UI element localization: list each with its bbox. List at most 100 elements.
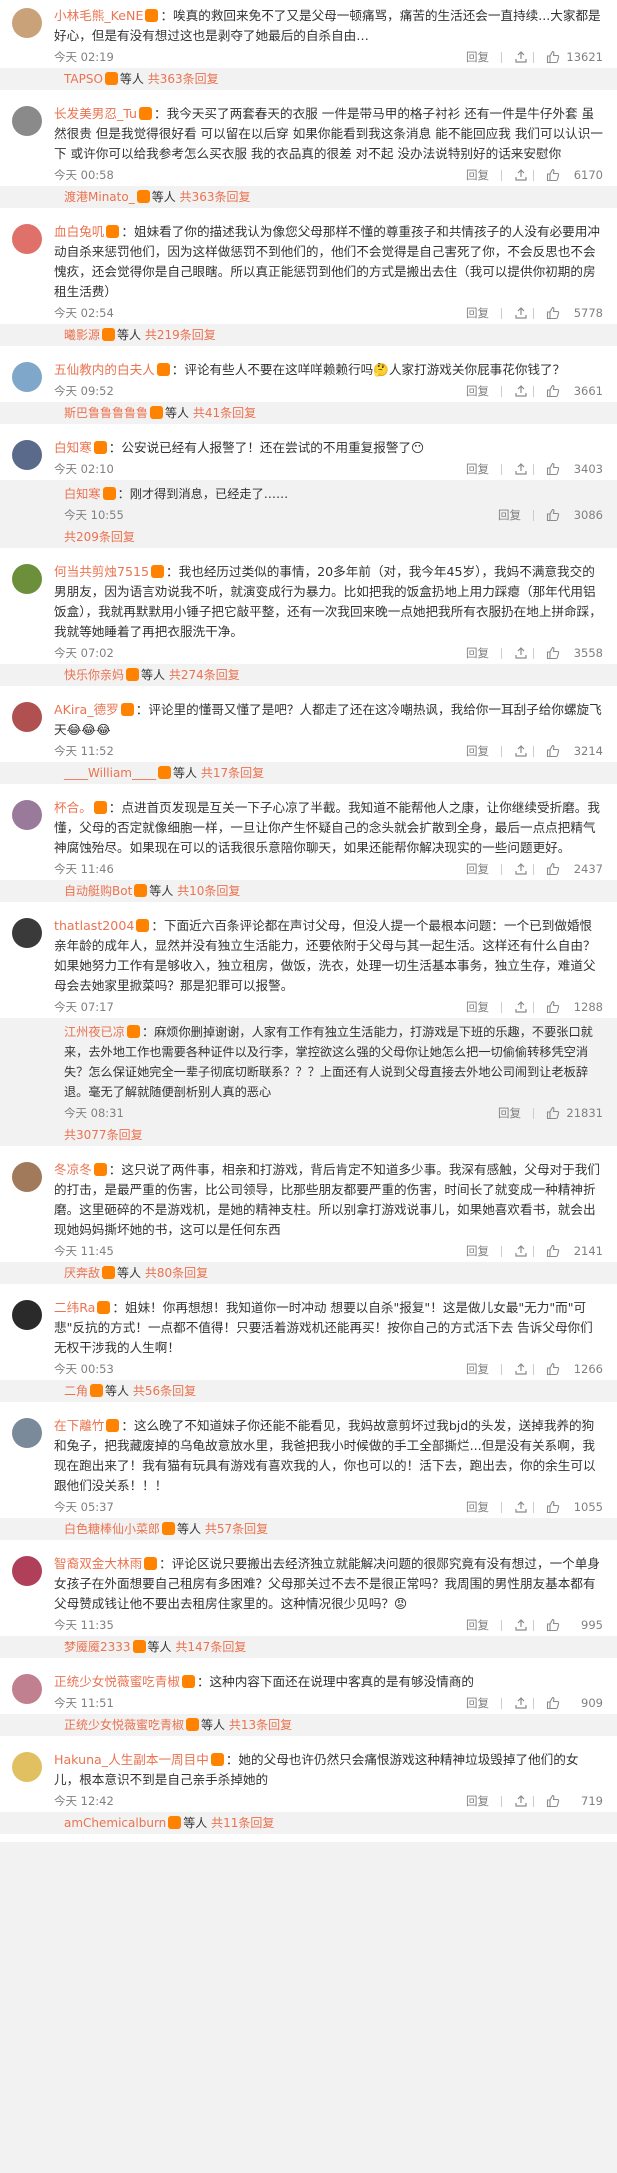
username-link[interactable]: 白知寒 xyxy=(54,440,92,455)
username-link[interactable]: 快乐你亲妈 xyxy=(64,668,124,682)
reply-summary[interactable]: 共3077条回复 xyxy=(54,1124,617,1146)
username-link[interactable]: 白知寒 xyxy=(64,487,101,501)
share-icon[interactable] xyxy=(514,1696,528,1710)
reply-button[interactable]: 回复 xyxy=(466,1361,489,1377)
avatar[interactable] xyxy=(12,8,42,38)
reply-summary[interactable]: 曦影源 等人 共219条回复 xyxy=(54,324,617,346)
share-icon[interactable] xyxy=(514,306,528,320)
view-replies-link[interactable]: 共41条回复 xyxy=(193,406,256,420)
username-link[interactable]: 曦影源 xyxy=(64,328,100,342)
avatar[interactable] xyxy=(12,1300,42,1330)
share-icon[interactable] xyxy=(514,1500,528,1514)
reply-button[interactable]: 回复 xyxy=(466,49,489,65)
avatar[interactable] xyxy=(12,224,42,254)
reply-button[interactable]: 回复 xyxy=(498,1103,521,1123)
avatar[interactable] xyxy=(12,800,42,830)
username-link[interactable]: thatlast2004 xyxy=(54,918,134,933)
like-icon[interactable] xyxy=(546,1244,560,1258)
username-link[interactable]: 梦魇魇2333 xyxy=(64,1640,131,1654)
view-replies-link[interactable]: 共17条回复 xyxy=(201,766,264,780)
share-icon[interactable] xyxy=(514,462,528,476)
username-link[interactable]: 五仙教内的白夫人 xyxy=(54,362,155,377)
reply-button[interactable]: 回复 xyxy=(466,743,489,759)
like-icon[interactable] xyxy=(546,1794,560,1808)
reply-summary[interactable]: 正统少女悦薇蜜吃青椒 等人 共13条回复 xyxy=(54,1714,617,1736)
username-link[interactable]: Hakuna_人生副本一周目中 xyxy=(54,1752,209,1767)
reply-button[interactable]: 回复 xyxy=(466,1617,489,1633)
reply-button[interactable]: 回复 xyxy=(466,461,489,477)
username-link[interactable]: 杯合。 xyxy=(54,800,92,815)
like-icon[interactable] xyxy=(546,1362,560,1376)
reply-summary[interactable]: 白色糖棒仙小菜郎 等人 共57条回复 xyxy=(54,1518,617,1540)
share-icon[interactable] xyxy=(514,744,528,758)
reply-button[interactable]: 回复 xyxy=(466,861,489,877)
username-link[interactable]: 冬凉冬 xyxy=(54,1162,92,1177)
username-link[interactable]: 厌奔敌 xyxy=(64,1266,100,1280)
username-link[interactable]: 长发美男忍_Tu xyxy=(54,106,137,121)
reply-summary[interactable]: 厌奔敌 等人 共80条回复 xyxy=(54,1262,617,1284)
reply-summary[interactable]: 斯巴鲁鲁鲁鲁鲁 等人 共41条回复 xyxy=(54,402,617,424)
view-replies-link[interactable]: 共13条回复 xyxy=(229,1718,292,1732)
reply-button[interactable]: 回复 xyxy=(466,1499,489,1515)
reply-button[interactable]: 回复 xyxy=(466,1793,489,1809)
view-replies-link[interactable]: 共10条回复 xyxy=(177,884,240,898)
reply-summary[interactable]: 梦魇魇2333 等人 共147条回复 xyxy=(54,1636,617,1658)
like-icon[interactable] xyxy=(546,50,560,64)
username-link[interactable]: 血白兔叽 xyxy=(54,224,104,239)
avatar[interactable] xyxy=(12,106,42,136)
username-link[interactable]: 何当共剪烛7515 xyxy=(54,564,149,579)
username-link[interactable]: 渡港Minato_ xyxy=(64,190,135,204)
avatar[interactable] xyxy=(12,1418,42,1448)
view-replies-link[interactable]: 共56条回复 xyxy=(133,1384,196,1398)
username-link[interactable]: amChemicalburn xyxy=(64,1816,166,1830)
share-icon[interactable] xyxy=(514,50,528,64)
view-replies-link[interactable]: 共363条回复 xyxy=(180,190,251,204)
view-replies-link[interactable]: 共274条回复 xyxy=(169,668,240,682)
reply-summary[interactable]: 二角 等人 共56条回复 xyxy=(54,1380,617,1402)
like-icon[interactable] xyxy=(546,306,560,320)
reply-button[interactable]: 回复 xyxy=(466,999,489,1015)
view-replies-link[interactable]: 共11条回复 xyxy=(211,1816,274,1830)
username-link[interactable]: AKira_德罗 xyxy=(54,702,119,717)
avatar[interactable] xyxy=(12,1674,42,1704)
share-icon[interactable] xyxy=(514,1794,528,1808)
like-icon[interactable] xyxy=(546,1106,560,1120)
share-icon[interactable] xyxy=(514,862,528,876)
reply-button[interactable]: 回复 xyxy=(466,305,489,321)
username-link[interactable]: 小林毛熊_KeNE xyxy=(54,8,143,23)
username-link[interactable]: ____William____ xyxy=(64,766,156,780)
username-link[interactable]: 在下離竹 xyxy=(54,1418,104,1433)
share-icon[interactable] xyxy=(514,1618,528,1632)
username-link[interactable]: 白色糖棒仙小菜郎 xyxy=(64,1522,160,1536)
view-replies-link[interactable]: 共3077条回复 xyxy=(64,1128,143,1142)
share-icon[interactable] xyxy=(514,384,528,398)
username-link[interactable]: 二纬Ra xyxy=(54,1300,95,1315)
view-replies-link[interactable]: 共80条回复 xyxy=(145,1266,208,1280)
username-link[interactable]: 正统少女悦薇蜜吃青椒 xyxy=(64,1718,184,1732)
share-icon[interactable] xyxy=(514,1362,528,1376)
share-icon[interactable] xyxy=(514,646,528,660)
share-icon[interactable] xyxy=(514,168,528,182)
avatar[interactable] xyxy=(12,918,42,948)
like-icon[interactable] xyxy=(546,384,560,398)
like-icon[interactable] xyxy=(546,508,560,522)
reply-summary[interactable]: 共209条回复 xyxy=(54,526,617,548)
reply-button[interactable]: 回复 xyxy=(466,1243,489,1259)
reply-summary[interactable]: 快乐你亲妈 等人 共274条回复 xyxy=(54,664,617,686)
view-replies-link[interactable]: 共57条回复 xyxy=(205,1522,268,1536)
avatar[interactable] xyxy=(12,1162,42,1192)
share-icon[interactable] xyxy=(514,1244,528,1258)
avatar[interactable] xyxy=(12,564,42,594)
avatar[interactable] xyxy=(12,362,42,392)
username-link[interactable]: TAPSO xyxy=(64,72,103,86)
like-icon[interactable] xyxy=(546,646,560,660)
reply-summary[interactable]: 渡港Minato_ 等人 共363条回复 xyxy=(54,186,617,208)
like-icon[interactable] xyxy=(546,1500,560,1514)
reply-summary[interactable]: ____William____ 等人 共17条回复 xyxy=(54,762,617,784)
reply-summary[interactable]: TAPSO 等人 共363条回复 xyxy=(54,68,617,90)
reply-summary[interactable]: 自动艇购Bot 等人 共10条回复 xyxy=(54,880,617,902)
username-link[interactable]: 智裔双金大林雨 xyxy=(54,1556,142,1571)
reply-summary[interactable]: amChemicalburn 等人 共11条回复 xyxy=(54,1812,617,1834)
reply-button[interactable]: 回复 xyxy=(466,645,489,661)
reply-button[interactable]: 回复 xyxy=(498,505,521,525)
